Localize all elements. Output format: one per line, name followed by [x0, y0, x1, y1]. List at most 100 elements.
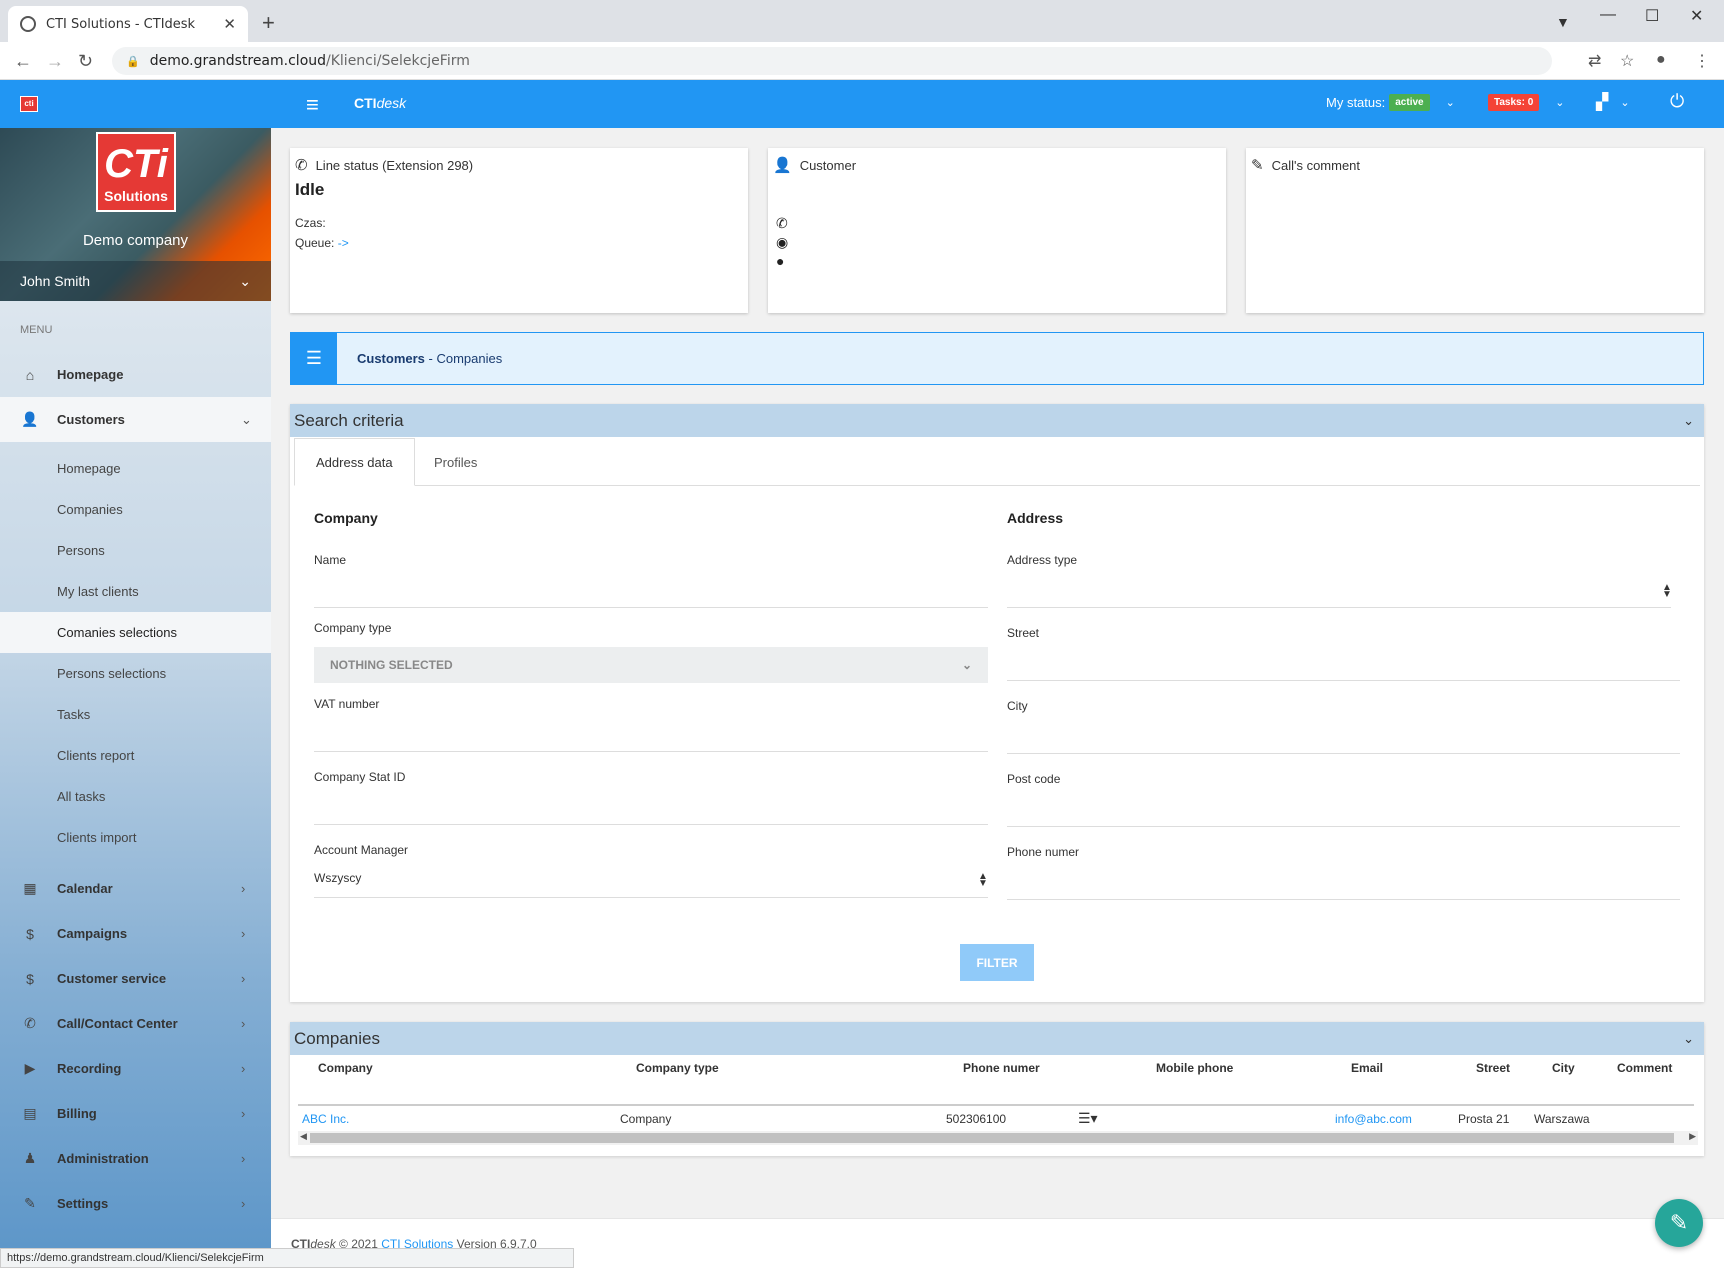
sidebar-item-label: Calendar: [57, 881, 113, 896]
sitemap-dropdown[interactable]: ▞ ⌄: [1596, 92, 1630, 112]
phone-label: Phone numer: [1007, 845, 1080, 859]
sidebar-item-label: Homepage: [57, 367, 124, 382]
address-section-title: Address: [1007, 510, 1064, 526]
sidebar-subitem-persons[interactable]: Persons: [0, 530, 271, 571]
close-tab-icon[interactable]: ✕: [223, 15, 236, 33]
home-icon: ⌂: [25, 366, 35, 383]
company-name: Demo company: [82, 232, 189, 249]
queue-label: Queue:: [295, 236, 335, 250]
call-comment-title: Call's comment: [1271, 157, 1361, 173]
sidebar-item-billing[interactable]: ▤ Billing ›: [0, 1091, 271, 1136]
status-badge: active: [1389, 94, 1430, 111]
sort-updown-icon: ▲ ▼: [1662, 582, 1672, 600]
sidebar-item-administration[interactable]: ♟ Administration ›: [0, 1136, 271, 1181]
more-icon[interactable]: ⋮: [1694, 51, 1710, 71]
power-icon[interactable]: ⏻: [1670, 91, 1684, 112]
column-header-comment[interactable]: Comment: [1617, 1061, 1672, 1075]
sidebar-subitem-all-tasks[interactable]: All tasks: [0, 776, 271, 817]
companies-header[interactable]: Companies ⌄: [290, 1022, 1704, 1055]
column-header-city[interactable]: City: [1552, 1061, 1575, 1075]
tab-profiles[interactable]: Profiles: [413, 438, 498, 486]
forward-icon[interactable]: →: [46, 51, 64, 72]
company-type-value: NOTHING SELECTED: [330, 658, 453, 672]
phone-input[interactable]: [1007, 899, 1680, 900]
address-type-select[interactable]: [1007, 607, 1671, 608]
sitemap-icon: ▞: [1596, 94, 1609, 111]
scrollbar-thumb[interactable]: [310, 1133, 1674, 1143]
column-header-street[interactable]: Street: [1476, 1061, 1510, 1075]
list-icon: ☰: [291, 333, 337, 384]
account-manager-select[interactable]: [314, 897, 988, 898]
czas-label: Czas:: [295, 216, 326, 230]
column-header-company-type[interactable]: Company type: [636, 1061, 719, 1075]
sidebar-subitem-homepage[interactable]: Homepage: [0, 448, 271, 489]
search-criteria-header[interactable]: Search criteria ⌄: [290, 404, 1704, 437]
sidebar-subitem-clients-import[interactable]: Clients import: [0, 817, 271, 858]
phone-cell: 502306100: [946, 1112, 1007, 1126]
my-status-dropdown[interactable]: My status: active ⌄: [1326, 94, 1455, 111]
phone-icon: ✆: [776, 215, 788, 231]
sidebar-item-call-contact-center[interactable]: ✆ Call/Contact Center ›: [0, 1001, 271, 1046]
close-window-icon[interactable]: ✕: [1690, 6, 1703, 26]
user-menu[interactable]: John Smith ⌄: [0, 261, 271, 301]
browser-tab[interactable]: CTI Solutions - CTIdesk ✕: [8, 6, 248, 42]
sidebar-item-customers[interactable]: 👤 Customers ⌄: [0, 397, 271, 442]
street-input[interactable]: [1007, 680, 1680, 681]
user-icon: 👤: [21, 411, 39, 427]
chevron-right-icon: ›: [241, 1196, 246, 1211]
sidebar-subitem-companies-selections[interactable]: Comanies selections: [0, 612, 271, 653]
horizontal-scrollbar[interactable]: ◀ ▶: [298, 1131, 1698, 1145]
column-header-company[interactable]: Company: [318, 1061, 373, 1075]
reload-icon[interactable]: ↻: [78, 51, 93, 72]
stat-id-input[interactable]: [314, 824, 988, 825]
email-link[interactable]: info@abc.com: [1335, 1112, 1412, 1126]
back-icon[interactable]: ←: [14, 51, 32, 72]
column-header-phone[interactable]: Phone numer: [963, 1061, 1040, 1075]
sidebar-item-label: Recording: [57, 1061, 122, 1076]
sidebar-item-homepage[interactable]: ⌂ Homepage: [0, 352, 271, 397]
sidebar-subitem-clients-report[interactable]: Clients report: [0, 735, 271, 776]
edit-fab-button[interactable]: ✎: [1655, 1199, 1703, 1247]
url-host: demo.grandstream.cloud: [149, 53, 327, 69]
chevron-right-icon: ›: [241, 926, 246, 941]
queue-row: Queue: ->: [295, 236, 743, 250]
new-tab-icon[interactable]: +: [262, 10, 275, 36]
chevron-down-icon: ⌄: [241, 411, 252, 427]
sidebar-item-settings[interactable]: ✎ Settings ›: [0, 1181, 271, 1226]
star-icon[interactable]: ☆: [1620, 51, 1634, 71]
app-logo-small[interactable]: cti: [20, 96, 38, 112]
profile-dropdown-icon[interactable]: ▼: [1556, 14, 1570, 30]
company-type-select[interactable]: NOTHING SELECTED ⌄: [314, 647, 988, 683]
sidebar-subitem-companies[interactable]: Companies: [0, 489, 271, 530]
sidebar-item-label: Call/Contact Center: [57, 1016, 178, 1031]
vat-input[interactable]: [314, 751, 988, 752]
street-cell: Prosta 21: [1458, 1112, 1510, 1126]
column-header-mobile[interactable]: Mobile phone: [1156, 1061, 1233, 1075]
city-input[interactable]: [1007, 753, 1680, 754]
sidebar-subitem-persons-selections[interactable]: Persons selections: [0, 653, 271, 694]
sidebar-item-campaigns[interactable]: $ Campaigns ›: [0, 911, 271, 956]
breadcrumb-section[interactable]: Customers: [357, 351, 425, 366]
sidebar-item-recording[interactable]: ▶ Recording ›: [0, 1046, 271, 1091]
sidebar-item-customer-service[interactable]: $ Customer service ›: [0, 956, 271, 1001]
user-circle-icon: ◉: [776, 234, 789, 250]
column-header-email[interactable]: Email: [1351, 1061, 1383, 1075]
scroll-left-icon[interactable]: ◀: [300, 1131, 307, 1142]
account-icon[interactable]: ●: [1656, 51, 1666, 69]
sidebar-subitem-tasks[interactable]: Tasks: [0, 694, 271, 735]
company-link[interactable]: ABC Inc.: [302, 1112, 349, 1126]
sidebar-subitem-my-last-clients[interactable]: My last clients: [0, 571, 271, 612]
url-field[interactable]: 🔒 demo.grandstream.cloud/Klienci/Selekcj…: [112, 47, 1552, 75]
scroll-right-icon[interactable]: ▶: [1689, 1131, 1696, 1142]
minimize-icon[interactable]: —: [1600, 6, 1616, 24]
phone-menu-icon[interactable]: ☰▾: [1078, 1110, 1098, 1127]
tab-address-data[interactable]: Address data: [294, 438, 415, 486]
tasks-dropdown[interactable]: Tasks: 0 ⌄: [1488, 94, 1565, 111]
hamburger-menu-icon[interactable]: ≡: [306, 92, 319, 118]
maximize-icon[interactable]: ☐: [1645, 6, 1659, 26]
filter-button[interactable]: FILTER: [960, 944, 1034, 981]
translate-icon[interactable]: ⇄: [1588, 51, 1601, 71]
sidebar-item-calendar[interactable]: ▦ Calendar ›: [0, 866, 271, 911]
name-input[interactable]: [314, 607, 988, 608]
post-code-input[interactable]: [1007, 826, 1680, 827]
